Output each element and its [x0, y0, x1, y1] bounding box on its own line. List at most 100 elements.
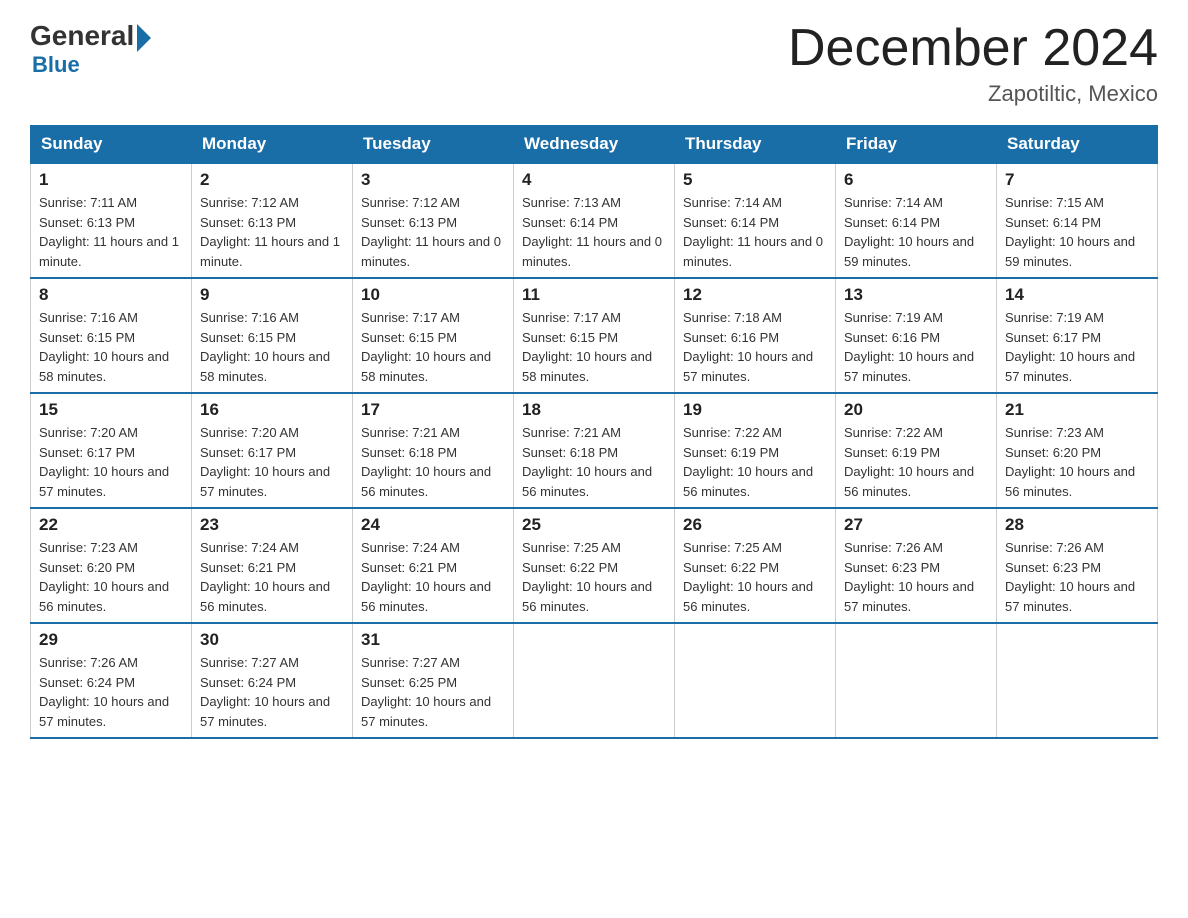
day-info: Sunrise: 7:19 AMSunset: 6:16 PMDaylight:… [844, 310, 974, 384]
calendar-cell: 29 Sunrise: 7:26 AMSunset: 6:24 PMDaylig… [31, 623, 192, 738]
day-number: 9 [200, 285, 344, 305]
calendar-cell: 18 Sunrise: 7:21 AMSunset: 6:18 PMDaylig… [514, 393, 675, 508]
calendar-cell: 15 Sunrise: 7:20 AMSunset: 6:17 PMDaylig… [31, 393, 192, 508]
month-title: December 2024 [788, 20, 1158, 77]
day-number: 10 [361, 285, 505, 305]
day-info: Sunrise: 7:18 AMSunset: 6:16 PMDaylight:… [683, 310, 813, 384]
day-number: 25 [522, 515, 666, 535]
calendar-cell: 19 Sunrise: 7:22 AMSunset: 6:19 PMDaylig… [675, 393, 836, 508]
day-number: 24 [361, 515, 505, 535]
day-info: Sunrise: 7:17 AMSunset: 6:15 PMDaylight:… [522, 310, 652, 384]
day-info: Sunrise: 7:26 AMSunset: 6:23 PMDaylight:… [1005, 540, 1135, 614]
calendar-cell [675, 623, 836, 738]
day-number: 3 [361, 170, 505, 190]
calendar-cell: 31 Sunrise: 7:27 AMSunset: 6:25 PMDaylig… [353, 623, 514, 738]
day-number: 13 [844, 285, 988, 305]
day-info: Sunrise: 7:19 AMSunset: 6:17 PMDaylight:… [1005, 310, 1135, 384]
day-number: 27 [844, 515, 988, 535]
calendar-cell: 22 Sunrise: 7:23 AMSunset: 6:20 PMDaylig… [31, 508, 192, 623]
column-header-thursday: Thursday [675, 126, 836, 164]
calendar-header-row: SundayMondayTuesdayWednesdayThursdayFrid… [31, 126, 1158, 164]
logo: General Blue [30, 20, 151, 78]
day-info: Sunrise: 7:24 AMSunset: 6:21 PMDaylight:… [361, 540, 491, 614]
day-info: Sunrise: 7:21 AMSunset: 6:18 PMDaylight:… [361, 425, 491, 499]
day-number: 18 [522, 400, 666, 420]
day-info: Sunrise: 7:17 AMSunset: 6:15 PMDaylight:… [361, 310, 491, 384]
calendar-cell: 16 Sunrise: 7:20 AMSunset: 6:17 PMDaylig… [192, 393, 353, 508]
day-number: 31 [361, 630, 505, 650]
day-info: Sunrise: 7:27 AMSunset: 6:24 PMDaylight:… [200, 655, 330, 729]
title-area: December 2024 Zapotiltic, Mexico [788, 20, 1158, 107]
day-number: 21 [1005, 400, 1149, 420]
day-number: 20 [844, 400, 988, 420]
calendar-cell: 24 Sunrise: 7:24 AMSunset: 6:21 PMDaylig… [353, 508, 514, 623]
day-number: 15 [39, 400, 183, 420]
day-info: Sunrise: 7:21 AMSunset: 6:18 PMDaylight:… [522, 425, 652, 499]
day-info: Sunrise: 7:16 AMSunset: 6:15 PMDaylight:… [39, 310, 169, 384]
day-info: Sunrise: 7:26 AMSunset: 6:23 PMDaylight:… [844, 540, 974, 614]
day-number: 6 [844, 170, 988, 190]
calendar-cell: 21 Sunrise: 7:23 AMSunset: 6:20 PMDaylig… [997, 393, 1158, 508]
calendar-cell: 8 Sunrise: 7:16 AMSunset: 6:15 PMDayligh… [31, 278, 192, 393]
calendar-cell: 28 Sunrise: 7:26 AMSunset: 6:23 PMDaylig… [997, 508, 1158, 623]
day-number: 23 [200, 515, 344, 535]
calendar-cell [514, 623, 675, 738]
day-info: Sunrise: 7:27 AMSunset: 6:25 PMDaylight:… [361, 655, 491, 729]
day-number: 12 [683, 285, 827, 305]
calendar-table: SundayMondayTuesdayWednesdayThursdayFrid… [30, 125, 1158, 739]
day-number: 2 [200, 170, 344, 190]
day-info: Sunrise: 7:20 AMSunset: 6:17 PMDaylight:… [39, 425, 169, 499]
logo-arrow-icon [137, 24, 151, 52]
day-number: 26 [683, 515, 827, 535]
day-info: Sunrise: 7:12 AMSunset: 6:13 PMDaylight:… [361, 195, 501, 269]
page-header: General Blue December 2024 Zapotiltic, M… [30, 20, 1158, 107]
day-number: 19 [683, 400, 827, 420]
day-number: 17 [361, 400, 505, 420]
day-info: Sunrise: 7:14 AMSunset: 6:14 PMDaylight:… [683, 195, 823, 269]
day-info: Sunrise: 7:25 AMSunset: 6:22 PMDaylight:… [683, 540, 813, 614]
calendar-cell: 1 Sunrise: 7:11 AMSunset: 6:13 PMDayligh… [31, 163, 192, 278]
calendar-cell: 12 Sunrise: 7:18 AMSunset: 6:16 PMDaylig… [675, 278, 836, 393]
calendar-cell: 30 Sunrise: 7:27 AMSunset: 6:24 PMDaylig… [192, 623, 353, 738]
day-info: Sunrise: 7:24 AMSunset: 6:21 PMDaylight:… [200, 540, 330, 614]
calendar-cell: 7 Sunrise: 7:15 AMSunset: 6:14 PMDayligh… [997, 163, 1158, 278]
day-number: 16 [200, 400, 344, 420]
calendar-cell: 17 Sunrise: 7:21 AMSunset: 6:18 PMDaylig… [353, 393, 514, 508]
day-number: 1 [39, 170, 183, 190]
day-info: Sunrise: 7:22 AMSunset: 6:19 PMDaylight:… [683, 425, 813, 499]
day-number: 30 [200, 630, 344, 650]
column-header-tuesday: Tuesday [353, 126, 514, 164]
day-number: 14 [1005, 285, 1149, 305]
calendar-cell: 3 Sunrise: 7:12 AMSunset: 6:13 PMDayligh… [353, 163, 514, 278]
calendar-week-row: 1 Sunrise: 7:11 AMSunset: 6:13 PMDayligh… [31, 163, 1158, 278]
calendar-cell: 23 Sunrise: 7:24 AMSunset: 6:21 PMDaylig… [192, 508, 353, 623]
day-number: 29 [39, 630, 183, 650]
day-info: Sunrise: 7:23 AMSunset: 6:20 PMDaylight:… [1005, 425, 1135, 499]
day-info: Sunrise: 7:12 AMSunset: 6:13 PMDaylight:… [200, 195, 340, 269]
day-number: 8 [39, 285, 183, 305]
calendar-cell: 9 Sunrise: 7:16 AMSunset: 6:15 PMDayligh… [192, 278, 353, 393]
day-number: 7 [1005, 170, 1149, 190]
day-info: Sunrise: 7:26 AMSunset: 6:24 PMDaylight:… [39, 655, 169, 729]
calendar-cell: 11 Sunrise: 7:17 AMSunset: 6:15 PMDaylig… [514, 278, 675, 393]
calendar-cell [997, 623, 1158, 738]
day-info: Sunrise: 7:23 AMSunset: 6:20 PMDaylight:… [39, 540, 169, 614]
day-info: Sunrise: 7:13 AMSunset: 6:14 PMDaylight:… [522, 195, 662, 269]
calendar-cell: 14 Sunrise: 7:19 AMSunset: 6:17 PMDaylig… [997, 278, 1158, 393]
calendar-cell: 10 Sunrise: 7:17 AMSunset: 6:15 PMDaylig… [353, 278, 514, 393]
day-number: 5 [683, 170, 827, 190]
calendar-week-row: 15 Sunrise: 7:20 AMSunset: 6:17 PMDaylig… [31, 393, 1158, 508]
day-info: Sunrise: 7:15 AMSunset: 6:14 PMDaylight:… [1005, 195, 1135, 269]
calendar-cell: 6 Sunrise: 7:14 AMSunset: 6:14 PMDayligh… [836, 163, 997, 278]
calendar-week-row: 29 Sunrise: 7:26 AMSunset: 6:24 PMDaylig… [31, 623, 1158, 738]
calendar-cell: 4 Sunrise: 7:13 AMSunset: 6:14 PMDayligh… [514, 163, 675, 278]
calendar-cell: 27 Sunrise: 7:26 AMSunset: 6:23 PMDaylig… [836, 508, 997, 623]
day-info: Sunrise: 7:20 AMSunset: 6:17 PMDaylight:… [200, 425, 330, 499]
column-header-sunday: Sunday [31, 126, 192, 164]
calendar-cell: 25 Sunrise: 7:25 AMSunset: 6:22 PMDaylig… [514, 508, 675, 623]
logo-general-text: General [30, 20, 134, 52]
day-info: Sunrise: 7:25 AMSunset: 6:22 PMDaylight:… [522, 540, 652, 614]
day-info: Sunrise: 7:16 AMSunset: 6:15 PMDaylight:… [200, 310, 330, 384]
calendar-cell: 2 Sunrise: 7:12 AMSunset: 6:13 PMDayligh… [192, 163, 353, 278]
day-number: 22 [39, 515, 183, 535]
